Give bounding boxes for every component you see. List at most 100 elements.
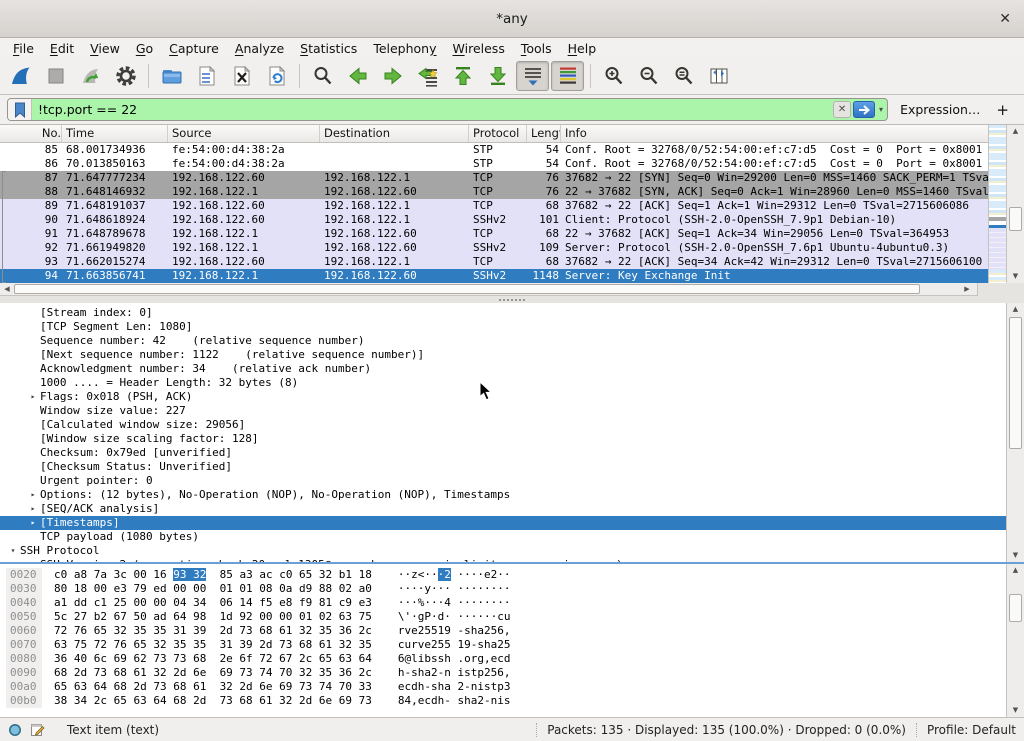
packet-row[interactable]: 9071.648618924192.168.122.60192.168.122.…	[0, 213, 988, 227]
expert-info-icon[interactable]	[8, 723, 22, 737]
scrollbar-thumb[interactable]	[1009, 594, 1022, 622]
detail-line[interactable]: [Next sequence number: 1122 (relative se…	[0, 348, 1006, 362]
hex-row[interactable]: 006072 76 65 32 35 35 31 39 2d 73 68 61 …	[0, 624, 1024, 638]
filter-clear-button[interactable]: ✕	[833, 101, 851, 118]
intelligent-scrollbar-minimap[interactable]	[988, 125, 1006, 283]
expander-icon[interactable]	[26, 460, 40, 474]
col-header-source[interactable]: Source	[168, 125, 320, 142]
col-header-info[interactable]: Info	[561, 125, 988, 142]
colorize-toggle[interactable]	[551, 61, 584, 91]
expander-icon[interactable]: ▸	[26, 488, 40, 502]
detail-line[interactable]: ▸[SEQ/ACK analysis]	[0, 502, 1006, 516]
detail-line[interactable]: Urgent pointer: 0	[0, 474, 1006, 488]
col-header-destination[interactable]: Destination	[320, 125, 469, 142]
menu-view[interactable]: View	[82, 40, 128, 57]
hex-vscrollbar[interactable]: ▲ ▼	[1006, 564, 1024, 717]
detail-line[interactable]: ▾SSH Protocol	[0, 544, 1006, 558]
detail-line[interactable]: TCP payload (1080 bytes)	[0, 530, 1006, 544]
zoom-original-button[interactable]	[667, 61, 700, 91]
detail-line[interactable]: [Stream index: 0]	[0, 306, 1006, 320]
menu-tools[interactable]: Tools	[513, 40, 560, 57]
detail-line[interactable]: Acknowledgment number: 34 (relative ack …	[0, 362, 1006, 376]
expander-icon[interactable]	[26, 404, 40, 418]
menu-edit[interactable]: Edit	[42, 40, 82, 57]
scroll-down-arrow-icon[interactable]: ▼	[1007, 704, 1024, 717]
go-forward-button[interactable]	[376, 61, 409, 91]
expression-button[interactable]: Expression…	[888, 102, 990, 117]
menu-help[interactable]: Help	[560, 40, 605, 57]
stop-capture-button[interactable]	[39, 61, 72, 91]
expander-icon[interactable]	[26, 320, 40, 334]
detail-vscrollbar[interactable]: ▲ ▼	[1006, 303, 1024, 562]
close-window-icon[interactable]: ✕	[999, 9, 1011, 29]
detail-line[interactable]: [Window size scaling factor: 128]	[0, 432, 1006, 446]
menu-wireless[interactable]: Wireless	[445, 40, 513, 57]
detail-line[interactable]: 1000 .... = Header Length: 32 bytes (8)	[0, 376, 1006, 390]
scroll-up-arrow-icon[interactable]: ▲	[1007, 125, 1024, 138]
filter-history-caret[interactable]: ▾	[877, 105, 887, 114]
detail-line-selected[interactable]: ▸[Timestamps]	[0, 516, 1006, 530]
scroll-up-arrow-icon[interactable]: ▲	[1007, 303, 1024, 316]
pane-splitter[interactable]	[0, 296, 1024, 303]
scroll-down-arrow-icon[interactable]: ▼	[1007, 270, 1024, 283]
packet-row-selected[interactable]: 9471.663856741192.168.122.1192.168.122.6…	[0, 269, 988, 283]
hex-row[interactable]: 00a065 63 64 68 2d 73 68 61 32 2d 6e 69 …	[0, 680, 1024, 694]
detail-line[interactable]: ▸Flags: 0x018 (PSH, ACK)	[0, 390, 1006, 404]
scroll-right-arrow-icon[interactable]: ▶	[960, 283, 974, 296]
restart-capture-button[interactable]	[74, 61, 107, 91]
menu-capture[interactable]: Capture	[161, 40, 227, 57]
expander-icon[interactable]	[26, 432, 40, 446]
expander-icon[interactable]: ▸	[26, 390, 40, 404]
save-file-button[interactable]	[190, 61, 223, 91]
hex-row[interactable]: 008036 40 6c 69 62 73 73 68 2e 6f 72 67 …	[0, 652, 1024, 666]
packet-row[interactable]: 8771.647777234192.168.122.60192.168.122.…	[0, 171, 988, 185]
expander-icon[interactable]	[26, 474, 40, 488]
display-filter-input[interactable]	[32, 102, 833, 117]
menu-statistics[interactable]: Statistics	[292, 40, 365, 57]
close-file-button[interactable]	[225, 61, 258, 91]
expander-icon[interactable]	[26, 376, 40, 390]
first-packet-button[interactable]	[446, 61, 479, 91]
detail-line[interactable]: Window size value: 227	[0, 404, 1006, 418]
menu-telephony[interactable]: Telephony	[365, 40, 444, 57]
expander-icon[interactable]: ▸	[26, 502, 40, 516]
expander-icon[interactable]: ▸	[26, 516, 40, 530]
reload-file-button[interactable]	[260, 61, 293, 91]
filter-bookmark-button[interactable]	[8, 99, 32, 120]
detail-line[interactable]: [Checksum Status: Unverified]	[0, 460, 1006, 474]
packet-list-vscrollbar[interactable]: ▲ ▼	[1006, 125, 1024, 283]
packet-row[interactable]: 9371.662015274192.168.122.60192.168.122.…	[0, 255, 988, 269]
hex-row[interactable]: 0040a1 dd c1 25 00 00 04 34 06 14 f5 e8 …	[0, 596, 1024, 610]
filter-add-button[interactable]: +	[990, 101, 1017, 119]
col-header-length[interactable]: Length	[527, 125, 561, 142]
scroll-down-arrow-icon[interactable]: ▼	[1007, 549, 1024, 562]
hex-row[interactable]: 003080 18 00 e3 79 ed 00 00 01 01 08 0a …	[0, 582, 1024, 596]
col-header-time[interactable]: Time	[62, 125, 168, 142]
find-packet-button[interactable]	[306, 61, 339, 91]
go-back-button[interactable]	[341, 61, 374, 91]
col-header-no[interactable]: No.	[0, 125, 62, 142]
expander-icon[interactable]	[26, 306, 40, 320]
scroll-left-arrow-icon[interactable]: ◀	[0, 283, 14, 296]
zoom-out-button[interactable]	[632, 61, 665, 91]
hex-row[interactable]: 00b038 34 2c 65 63 64 68 2d 73 68 61 32 …	[0, 694, 1024, 708]
menu-analyze[interactable]: Analyze	[227, 40, 292, 57]
packet-row[interactable]: 8871.648146932192.168.122.1192.168.122.6…	[0, 185, 988, 199]
hex-row[interactable]: 0020c0 a8 7a 3c 00 16 93 32 85 a3 ac c0 …	[0, 568, 1024, 582]
detail-line[interactable]: ▸SSH Version 2 (encryption:chacha20-poly…	[0, 558, 1006, 562]
detail-line[interactable]: [TCP Segment Len: 1080]	[0, 320, 1006, 334]
hex-row[interactable]: 00505c 27 b2 67 50 ad 64 98 1d 92 00 00 …	[0, 610, 1024, 624]
capture-comment-icon[interactable]	[30, 722, 45, 737]
resize-columns-button[interactable]	[702, 61, 735, 91]
auto-scroll-toggle[interactable]	[516, 61, 549, 91]
expander-icon[interactable]	[26, 334, 40, 348]
detail-line[interactable]: Sequence number: 42 (relative sequence n…	[0, 334, 1006, 348]
expander-icon[interactable]	[26, 530, 40, 544]
packet-row[interactable]: 9271.661949820192.168.122.1192.168.122.6…	[0, 241, 988, 255]
expander-icon[interactable]	[26, 446, 40, 460]
detail-line[interactable]: [Calculated window size: 29056]	[0, 418, 1006, 432]
scrollbar-thumb[interactable]	[1009, 207, 1022, 231]
expander-icon[interactable]	[26, 362, 40, 376]
filter-apply-button[interactable]	[853, 101, 875, 118]
capture-options-button[interactable]	[109, 61, 142, 91]
